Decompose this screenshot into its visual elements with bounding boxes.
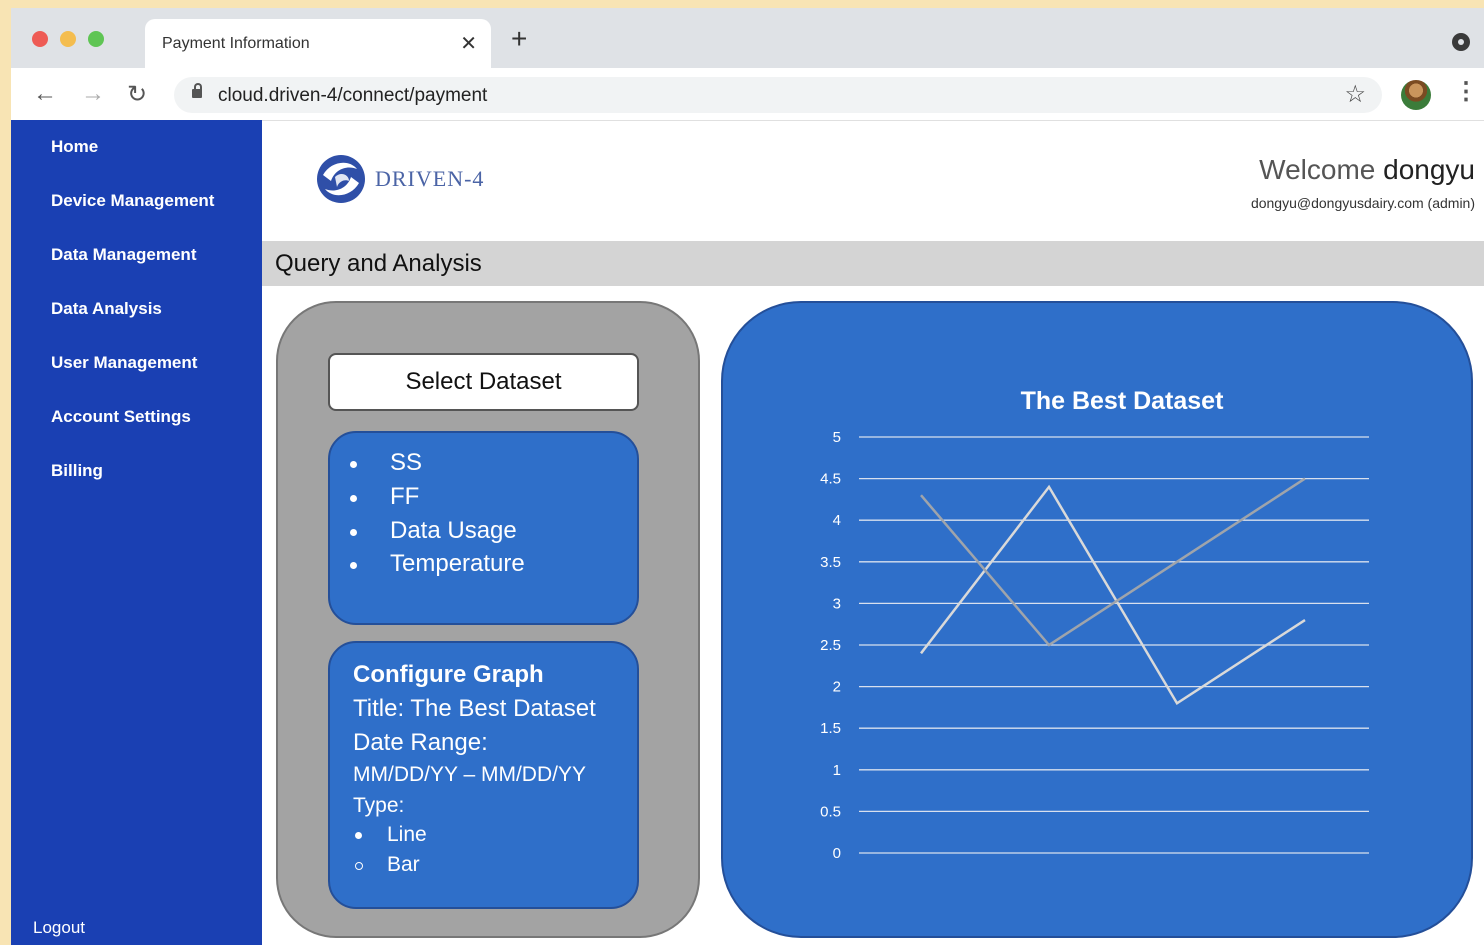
sidebar-item-billing[interactable]: Billing (51, 461, 103, 481)
section-header: Query and Analysis (262, 241, 1484, 286)
series-line-1 (920, 484, 1306, 705)
browser-window: Payment Information ✕ + ← → ↻ cloud.driv… (11, 8, 1484, 945)
y-tick-label: 2.5 (820, 637, 841, 654)
sidebar-item-device-management[interactable]: Device Management (51, 191, 214, 211)
graph-title-line[interactable]: Title: The Best Dataset (353, 695, 596, 723)
date-range-value[interactable]: MM/DD/YY – MM/DD/YY (353, 763, 586, 787)
welcome-prefix: Welcome (1259, 154, 1376, 185)
browser-tab[interactable]: Payment Information ✕ (145, 19, 491, 68)
y-tick-label: 3 (833, 595, 841, 612)
lock-icon (192, 83, 202, 98)
tab-bar: Payment Information ✕ + (11, 8, 1484, 68)
user-email: dongyu@dongyusdairy.com (admin) (1250, 195, 1475, 211)
y-tick-label: 0 (833, 845, 841, 862)
y-tick-label: 0.5 (820, 803, 841, 820)
sidebar-item-user-management[interactable]: User Management (51, 353, 197, 373)
avatar[interactable] (1401, 80, 1431, 110)
back-arrow-icon[interactable]: ← (33, 80, 57, 108)
url-text[interactable]: cloud.driven-4/connect/payment (218, 85, 487, 107)
dataset-list: SS FF Data Usage Temperature (328, 431, 639, 625)
y-tick-label: 1.5 (820, 720, 841, 737)
page-title: Query and Analysis (275, 250, 482, 277)
select-dataset-button[interactable]: Select Dataset (328, 353, 639, 411)
type-option-line[interactable]: Line (387, 823, 427, 847)
browser-toolbar: ← → ↻ cloud.driven-4/connect/payment ☆ ⋮ (11, 68, 1484, 121)
line-chart: The Best Dataset 0 0.5 1 1.5 2 2.5 3 3.5 4 4.5 5 (820, 387, 1369, 862)
welcome-message: Welcome dongyu (1259, 154, 1475, 186)
query-panel: Select Dataset SS FF Data Usage Temperat… (276, 301, 700, 938)
dataset-item-ss[interactable]: SS (390, 449, 422, 477)
type-option-bar[interactable]: Bar (387, 853, 420, 877)
logout-link[interactable]: Logout (33, 918, 85, 938)
bullet-icon (350, 495, 357, 502)
y-tick-label: 3.5 (820, 554, 841, 571)
sidebar-item-account-settings[interactable]: Account Settings (51, 407, 191, 427)
radio-selected-icon[interactable] (355, 832, 362, 839)
welcome-username: dongyu (1383, 154, 1475, 185)
reload-icon[interactable]: ↻ (127, 80, 147, 109)
graph-type-label: Type: (353, 794, 405, 817)
configure-graph-panel: Configure Graph Title: The Best Dataset … (328, 641, 639, 909)
logo-text: DRIVEN-4 (375, 166, 485, 191)
new-tab-icon[interactable]: + (511, 23, 527, 55)
y-tick-label: 5 (833, 429, 841, 446)
bullet-icon (350, 529, 357, 536)
bookmark-star-icon[interactable]: ☆ (1344, 80, 1366, 109)
sidebar-item-data-management[interactable]: Data Management (51, 245, 196, 265)
bullet-icon (350, 562, 357, 569)
bullet-icon (350, 461, 357, 468)
radio-unselected-icon[interactable] (355, 862, 363, 870)
maximize-window-button[interactable] (88, 31, 104, 47)
chart-panel: The Best Dataset 0 0.5 1 1.5 2 2.5 3 3.5 4 4.5 5 (721, 301, 1473, 938)
more-menu-icon[interactable]: ⋮ (1454, 80, 1478, 104)
driven-logo-icon (315, 151, 375, 211)
dataset-item-data-usage[interactable]: Data Usage (390, 517, 517, 545)
y-tick-label: 4 (833, 512, 841, 529)
chart-title: The Best Dataset (1021, 387, 1225, 415)
dataset-item-ff[interactable]: FF (390, 483, 419, 511)
configure-graph-heading: Configure Graph (353, 661, 544, 688)
sidebar-item-data-analysis[interactable]: Data Analysis (51, 299, 162, 319)
close-tab-icon[interactable]: ✕ (460, 31, 477, 56)
browser-profile-icon[interactable] (1452, 33, 1470, 51)
date-range-label: Date Range: (353, 729, 488, 756)
forward-arrow-icon[interactable]: → (81, 80, 105, 108)
y-tick-label: 1 (833, 762, 841, 779)
minimize-window-button[interactable] (60, 31, 76, 47)
sidebar-item-home[interactable]: Home (51, 137, 98, 157)
tab-title: Payment Information (162, 35, 310, 52)
y-tick-label: 2 (833, 679, 841, 696)
sidebar: Home Device Management Data Management D… (11, 120, 262, 945)
address-bar[interactable]: cloud.driven-4/connect/payment ☆ (174, 77, 1382, 113)
dataset-item-temperature[interactable]: Temperature (390, 550, 525, 578)
y-tick-label: 4.5 (820, 471, 841, 488)
close-window-button[interactable] (32, 31, 48, 47)
